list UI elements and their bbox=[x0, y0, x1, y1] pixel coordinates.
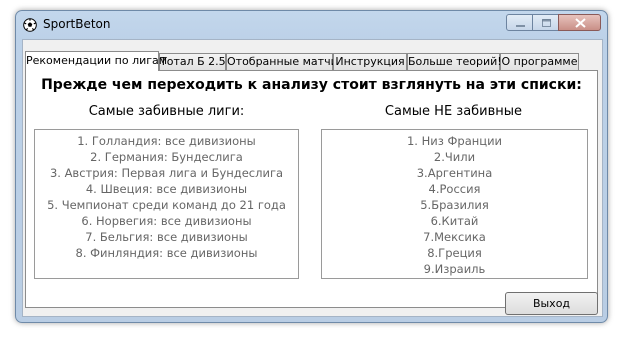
high-scoring-leagues-list[interactable]: 1. Голландия: все дивизионы 2. Германия: … bbox=[34, 129, 299, 279]
list-item[interactable]: 3.Аргентина bbox=[322, 165, 587, 181]
app-window: SportBeton Рекомендации по лигам Тотал Б… bbox=[15, 10, 608, 323]
list-item[interactable]: 2. Германия: Бундеслига bbox=[35, 149, 298, 165]
list-item[interactable]: 8.Греция bbox=[322, 245, 587, 261]
list-item[interactable]: 6. Норвегия: все дивизионы bbox=[35, 213, 298, 229]
list-item[interactable]: 1. Низ Франции bbox=[322, 133, 587, 149]
list-item[interactable]: 5. Чемпионат среди команд до 21 года bbox=[35, 197, 298, 213]
maximize-button[interactable] bbox=[532, 14, 559, 31]
list-item[interactable]: 8. Финляндия: все дивизионы bbox=[35, 245, 298, 261]
list-item[interactable]: 5.Бразилия bbox=[322, 197, 587, 213]
list-item[interactable]: 1. Голландия: все дивизионы bbox=[35, 133, 298, 149]
list-item[interactable]: 3. Австрия: Первая лига и Бундеслига bbox=[35, 165, 298, 181]
tab-total-under-2-5[interactable]: Тотал Б 2.5 bbox=[159, 53, 226, 70]
list-item[interactable]: 4.Россия bbox=[322, 181, 587, 197]
tab-panel: Прежде чем переходить к анализу стоит вз… bbox=[25, 70, 598, 308]
tab-more-theories[interactable]: Больше теорий! bbox=[407, 53, 502, 70]
low-scoring-title: Самые НЕ забивные bbox=[384, 104, 523, 119]
panel-heading: Прежде чем переходить к анализу стоит вз… bbox=[41, 77, 582, 93]
minimize-icon bbox=[516, 25, 525, 27]
list-item[interactable]: 9.Израиль bbox=[322, 261, 587, 277]
list-item[interactable]: 2.Чили bbox=[322, 149, 587, 165]
close-icon bbox=[575, 18, 586, 28]
low-scoring-leagues-list[interactable]: 1. Низ Франции 2.Чили 3.Аргентина 4.Россия 5… bbox=[321, 129, 588, 279]
list-item[interactable]: 7. Бельгия: все дивизионы bbox=[35, 229, 298, 245]
close-button[interactable] bbox=[558, 14, 601, 31]
exit-button[interactable]: Выход bbox=[505, 292, 598, 315]
tab-selected-matches[interactable]: Отобранные матчи bbox=[226, 53, 338, 70]
minimize-button[interactable] bbox=[506, 14, 533, 31]
list-item[interactable]: 6.Китай bbox=[322, 213, 587, 229]
tab-about[interactable]: О программе bbox=[500, 53, 579, 70]
high-scoring-title: Самые забивные лиги: bbox=[88, 104, 245, 119]
maximize-icon bbox=[542, 19, 551, 27]
title-bar[interactable]: SportBeton bbox=[16, 11, 607, 38]
list-item[interactable]: 4. Швеция: все дивизионы bbox=[35, 181, 298, 197]
tab-league-recommendations[interactable]: Рекомендации по лигам bbox=[25, 51, 167, 71]
client-area: Рекомендации по лигам Тотал Б 2.5 Отобра… bbox=[22, 39, 603, 317]
soccer-ball-icon bbox=[23, 18, 37, 32]
list-item[interactable]: 7.Мексика bbox=[322, 229, 587, 245]
tab-instructions[interactable]: Инструкция bbox=[333, 53, 407, 70]
window-title: SportBeton bbox=[43, 17, 111, 31]
